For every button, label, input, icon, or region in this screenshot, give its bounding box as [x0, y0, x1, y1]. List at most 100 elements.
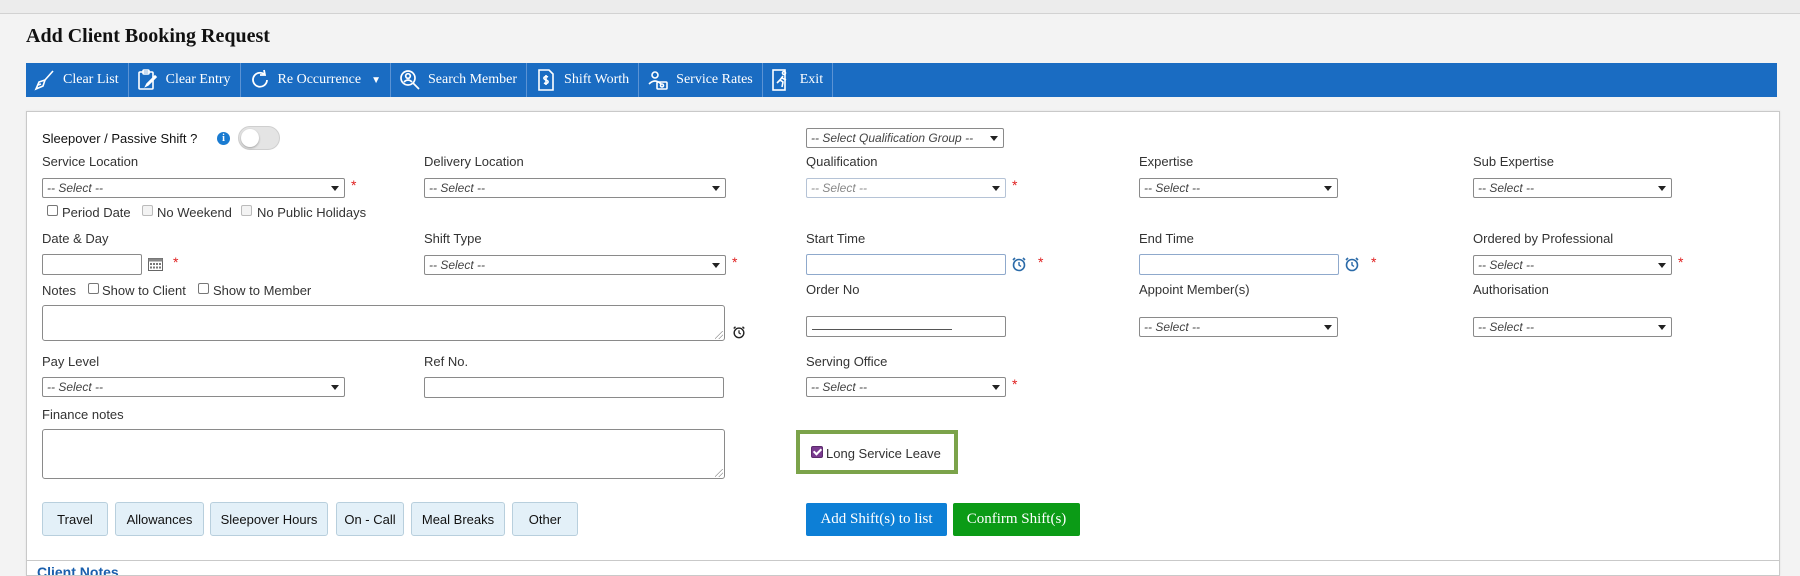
search-user-icon — [400, 70, 420, 90]
refresh-icon — [251, 69, 268, 88]
no-public-holidays-label: No Public Holidays — [257, 205, 367, 220]
finance-notes-textarea[interactable] — [42, 429, 725, 479]
qualification-label: Qualification — [806, 154, 878, 169]
clear-entry-label: Clear Entry — [165, 72, 231, 87]
authorisation-select[interactable]: -- Select -- — [1473, 317, 1672, 337]
clear-list-label: Clear List — [63, 72, 119, 87]
serving-office-value: -- Select -- — [811, 380, 868, 394]
sub-expertise-label: Sub Expertise — [1473, 154, 1554, 169]
shift-worth-button[interactable]: Shift Worth — [527, 63, 640, 97]
service-rates-button[interactable]: Service Rates — [639, 63, 763, 97]
expertise-value: -- Select -- — [1144, 181, 1201, 195]
required-mark: * — [351, 177, 357, 193]
appoint-members-select[interactable]: -- Select -- — [1139, 317, 1338, 337]
show-to-client-checkbox[interactable] — [88, 283, 99, 294]
date-day-label: Date & Day — [42, 231, 109, 246]
qualification-group-value: -- Select Qualification Group -- — [811, 131, 974, 145]
client-notes-section: Client Notes — [26, 560, 1780, 575]
dollar-document-icon — [538, 69, 554, 91]
required-mark: * — [173, 254, 179, 270]
search-member-button[interactable]: Search Member — [391, 63, 528, 97]
required-mark: * — [1012, 376, 1018, 392]
alarm-clock-icon[interactable] — [732, 325, 746, 339]
sub-expertise-select[interactable]: -- Select -- — [1473, 178, 1672, 198]
date-input[interactable] — [42, 254, 142, 275]
end-time-label: End Time — [1139, 231, 1194, 246]
no-public-holidays-checkbox[interactable] — [241, 205, 252, 216]
ordered-by-label: Ordered by Professional — [1473, 231, 1614, 246]
service-rates-label: Service Rates — [676, 72, 753, 87]
sleepover-hours-button[interactable]: Sleepover Hours — [210, 502, 328, 536]
on-call-button[interactable]: On - Call — [336, 502, 404, 536]
qualification-value: -- Select -- — [811, 181, 868, 195]
chevron-down-icon — [1324, 325, 1332, 330]
pay-level-select[interactable]: -- Select -- — [42, 377, 345, 397]
serving-office-select[interactable]: -- Select -- — [806, 377, 1006, 397]
long-service-leave-checkbox[interactable] — [811, 446, 823, 458]
service-location-select[interactable]: -- Select -- — [42, 178, 345, 198]
order-no-input[interactable] — [806, 316, 1006, 337]
ref-no-input[interactable] — [424, 377, 724, 398]
qualification-group-select[interactable]: -- Select Qualification Group -- — [806, 128, 1004, 148]
period-date-checkbox[interactable] — [47, 205, 58, 216]
finance-notes-label: Finance notes — [42, 407, 124, 422]
info-icon[interactable]: i — [217, 132, 230, 145]
add-shifts-button[interactable]: Add Shift(s) to list — [806, 503, 947, 536]
ordered-by-value: -- Select -- — [1478, 258, 1535, 272]
client-notes-heading[interactable]: Client Notes — [37, 564, 119, 575]
search-member-label: Search Member — [428, 72, 518, 87]
exit-button[interactable]: Exit — [763, 63, 834, 97]
chevron-down-icon — [1658, 186, 1666, 191]
ordered-by-select[interactable]: -- Select -- — [1473, 255, 1672, 275]
service-location-label: Service Location — [42, 154, 139, 169]
shift-type-select[interactable]: -- Select -- — [424, 255, 726, 275]
clear-entry-button[interactable]: Clear Entry — [129, 63, 241, 97]
delivery-location-select[interactable]: -- Select -- — [424, 178, 726, 198]
chevron-down-icon — [331, 186, 339, 191]
chevron-down-icon — [992, 186, 1000, 191]
chevron-down-icon[interactable]: ▼ — [371, 75, 381, 86]
appoint-members-value: -- Select -- — [1144, 320, 1201, 334]
serving-office-label: Serving Office — [806, 354, 888, 369]
ref-no-label: Ref No. — [424, 354, 469, 369]
pay-level-label: Pay Level — [42, 354, 100, 369]
order-no-label: Order No — [806, 282, 860, 297]
expertise-select[interactable]: -- Select -- — [1139, 178, 1338, 198]
authorisation-value: -- Select -- — [1478, 320, 1535, 334]
required-mark: * — [1678, 254, 1684, 270]
required-mark: * — [732, 254, 738, 270]
allowances-button[interactable]: Allowances — [115, 502, 204, 536]
service-rates-icon — [648, 71, 668, 90]
clear-list-button[interactable]: Clear List — [26, 63, 129, 97]
qualification-select[interactable]: -- Select -- — [806, 178, 1006, 198]
notes-textarea[interactable] — [42, 305, 725, 341]
alarm-clock-icon[interactable] — [1344, 256, 1360, 272]
end-time-input[interactable] — [1139, 254, 1339, 275]
chevron-down-icon — [1658, 325, 1666, 330]
resize-handle[interactable] — [715, 331, 723, 339]
shift-worth-label: Shift Worth — [564, 72, 630, 87]
order-no-underline — [812, 329, 952, 330]
confirm-shifts-button[interactable]: Confirm Shift(s) — [953, 503, 1080, 536]
meal-breaks-button[interactable]: Meal Breaks — [411, 502, 505, 536]
calendar-icon[interactable] — [148, 258, 163, 271]
sleepover-toggle[interactable] — [238, 126, 280, 150]
top-border — [0, 0, 1800, 14]
show-to-member-checkbox[interactable] — [198, 283, 209, 294]
resize-handle[interactable] — [715, 469, 723, 477]
authorisation-label: Authorisation — [1473, 282, 1549, 297]
shift-type-value: -- Select -- — [429, 258, 486, 272]
travel-button[interactable]: Travel — [42, 502, 108, 536]
other-button[interactable]: Other — [512, 502, 578, 536]
alarm-clock-icon[interactable] — [1011, 256, 1027, 272]
sub-expertise-value: -- Select -- — [1478, 181, 1535, 195]
chevron-down-icon — [712, 186, 720, 191]
chevron-down-icon — [712, 263, 720, 268]
re-occurrence-label: Re Occurrence — [277, 72, 362, 87]
no-weekend-checkbox[interactable] — [142, 205, 153, 216]
show-to-client-label: Show to Client — [102, 283, 186, 298]
start-time-input[interactable] — [806, 254, 1006, 275]
re-occurrence-button[interactable]: Re Occurrence ▼ — [241, 63, 391, 97]
appoint-members-label: Appoint Member(s) — [1139, 282, 1250, 297]
toolbar: Clear List Clear Entry Re Occurrence ▼ S… — [26, 63, 1777, 97]
